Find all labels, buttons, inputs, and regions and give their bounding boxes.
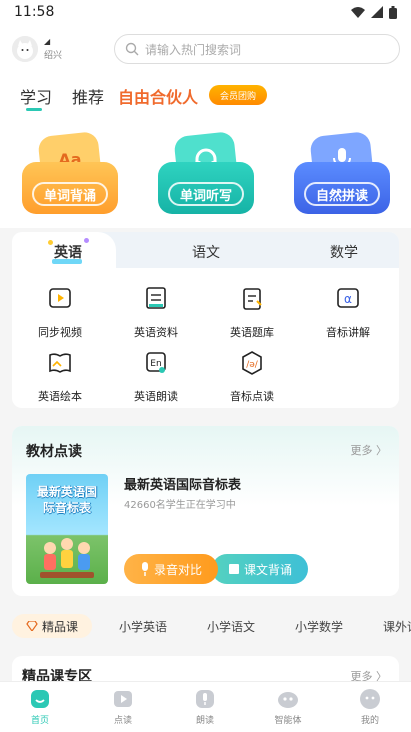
tool-english-materials[interactable]: 英语资料 bbox=[116, 286, 196, 342]
tab-indicator bbox=[26, 108, 42, 111]
play-video-icon bbox=[49, 288, 71, 308]
subject-tabs: 英语 语文 数学 bbox=[12, 232, 399, 268]
tool-phonetic-point-read[interactable]: /ə/ 音标点读 bbox=[212, 350, 292, 406]
picture-book-icon bbox=[49, 353, 71, 373]
robot-icon bbox=[278, 692, 298, 708]
book-title[interactable]: 最新英语国际音标表 bbox=[124, 474, 241, 493]
tab-partner[interactable]: 自由合伙人 bbox=[118, 84, 198, 108]
svg-text:α: α bbox=[344, 292, 352, 306]
microphone-icon bbox=[141, 562, 148, 576]
nav-read-aloud[interactable]: 朗读 bbox=[175, 688, 235, 730]
status-icons bbox=[351, 5, 397, 19]
hero-label: 单词听写 bbox=[168, 182, 244, 206]
section-title: 教材点读 bbox=[26, 444, 82, 460]
tab-recommend[interactable]: 推荐 bbox=[72, 84, 104, 108]
read-aloud-icon: En bbox=[146, 352, 166, 373]
location-icon: ◢ bbox=[44, 37, 51, 46]
tool-read-aloud[interactable]: En 英语朗读 bbox=[116, 350, 196, 406]
phonetic-icon: α bbox=[337, 288, 359, 308]
play-icon bbox=[114, 691, 132, 707]
search-icon bbox=[125, 42, 139, 56]
book-icon bbox=[228, 564, 239, 574]
profile-icon bbox=[360, 689, 380, 709]
category-item[interactable]: 小学英语 bbox=[119, 618, 167, 635]
search-input[interactable]: 请输入热门搜索词 bbox=[114, 34, 400, 64]
home-icon bbox=[31, 690, 49, 708]
bottom-nav: 首页 点读 朗读 智能体 我的 bbox=[0, 681, 411, 732]
diamond-icon bbox=[26, 621, 38, 631]
cover-title: 最新英语国际音标表 bbox=[36, 485, 97, 515]
city-name: 绍兴 bbox=[44, 51, 63, 61]
hero-word-recite[interactable]: Aa 单词背诵 bbox=[22, 131, 118, 216]
tab-chinese[interactable]: 语文 bbox=[192, 242, 220, 262]
tool-phonetic-explain[interactable]: α 音标讲解 bbox=[308, 286, 388, 342]
tool-question-bank[interactable]: 英语题库 bbox=[212, 286, 292, 342]
signal-icon bbox=[371, 6, 383, 18]
category-bar: 精品课 小学英语 小学语文 小学数学 课外读 bbox=[0, 608, 411, 642]
hero-label: 自然拼读 bbox=[304, 182, 380, 206]
header: ◢ 绍兴 请输入热门搜索词 bbox=[0, 24, 411, 74]
record-compare-button[interactable]: 录音对比 bbox=[124, 554, 218, 584]
vip-group-buy-badge[interactable]: 会员团购 bbox=[209, 85, 267, 105]
status-bar: 11:58 bbox=[0, 0, 411, 24]
tab-math[interactable]: 数学 bbox=[330, 242, 358, 262]
nav-agent[interactable]: 智能体 bbox=[258, 688, 318, 730]
category-premium[interactable]: 精品课 bbox=[12, 614, 92, 638]
learner-count: 42660名学生正在学习中 bbox=[124, 500, 236, 511]
book-cover[interactable]: 最新英语国际音标表 bbox=[26, 474, 108, 584]
search-placeholder: 请输入热门搜索词 bbox=[145, 42, 242, 57]
hero-word-dictation[interactable]: 单词听写 bbox=[158, 131, 254, 216]
svg-text:En: En bbox=[150, 359, 161, 369]
more-link[interactable]: 更多 〉 bbox=[351, 442, 388, 458]
nav-home[interactable]: 首页 bbox=[10, 688, 70, 730]
children-illustration-icon bbox=[40, 538, 94, 578]
subject-panel: 英语 语文 数学 同步视频 英语资料 英语题库 α 音标讲解 英语绘本 En 英… bbox=[12, 232, 399, 408]
battery-icon bbox=[389, 5, 397, 19]
nav-profile[interactable]: 我的 bbox=[340, 688, 400, 730]
recite-button[interactable]: 课文背诵 bbox=[212, 554, 308, 584]
hero-phonics[interactable]: 自然拼读 bbox=[294, 131, 390, 216]
tab-study[interactable]: 学习 bbox=[20, 84, 52, 108]
question-bank-icon bbox=[243, 288, 262, 310]
status-time: 11:58 bbox=[14, 4, 55, 20]
location-selector[interactable]: ◢ 绍兴 bbox=[44, 37, 63, 62]
textbook-section: 教材点读 更多 〉 最新英语国际音标表 最新英语国际音标表 42660名学生正在… bbox=[12, 426, 399, 596]
avatar[interactable] bbox=[12, 36, 38, 62]
tool-sync-video[interactable]: 同步视频 bbox=[20, 286, 100, 342]
top-tabs: 学习 推荐 自由合伙人 会员团购 bbox=[0, 74, 411, 120]
tab-english[interactable]: 英语 bbox=[54, 242, 82, 262]
microphone-icon bbox=[196, 690, 214, 708]
hero-label: 单词背诵 bbox=[32, 182, 108, 206]
svg-text:/ə/: /ə/ bbox=[246, 360, 259, 370]
cat-avatar-icon bbox=[12, 36, 38, 62]
wifi-icon bbox=[351, 6, 365, 18]
tool-picture-book[interactable]: 英语绘本 bbox=[20, 350, 100, 406]
document-icon bbox=[146, 287, 166, 309]
category-item[interactable]: 小学数学 bbox=[295, 618, 343, 635]
nav-point-read[interactable]: 点读 bbox=[93, 688, 153, 730]
category-item[interactable]: 课外读 bbox=[383, 618, 411, 635]
phonetic-point-read-icon: /ə/ bbox=[242, 351, 262, 375]
hero-section: Aa 单词背诵 单词听写 自然拼读 bbox=[0, 120, 411, 228]
category-item[interactable]: 小学语文 bbox=[207, 618, 255, 635]
